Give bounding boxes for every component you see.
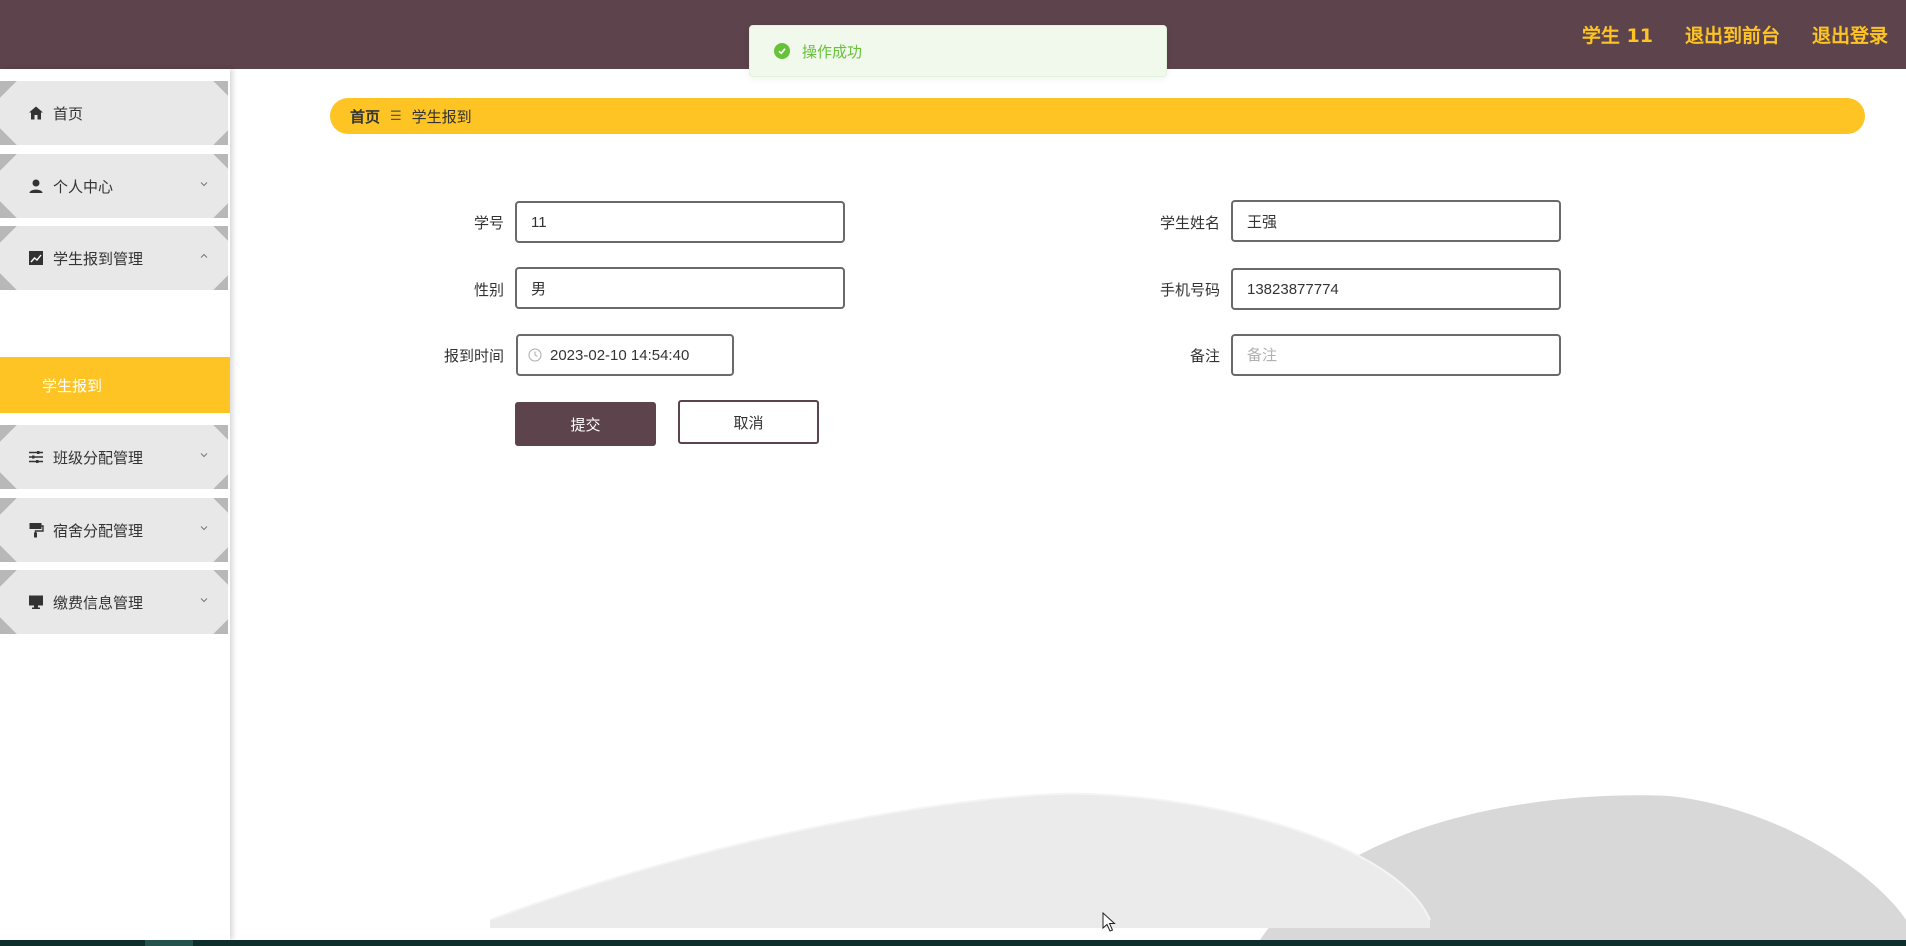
sidebar-item-report-management[interactable]: 学生报到管理 <box>0 226 228 290</box>
remark-input[interactable] <box>1231 334 1561 376</box>
toast-message: 操作成功 <box>802 42 863 61</box>
gender-label: 性别 <box>473 281 504 299</box>
phone-label: 手机号码 <box>1159 281 1220 299</box>
user-icon <box>29 179 43 193</box>
sidebar-item-label: 个人中心 <box>53 177 114 196</box>
sliders-icon <box>29 451 43 463</box>
remark-label: 备注 <box>1189 347 1220 365</box>
gender-input[interactable] <box>515 267 845 309</box>
report-time-input[interactable] <box>550 346 720 364</box>
submit-button[interactable]: 提交 <box>515 402 656 446</box>
decorative-hills <box>489 792 1906 940</box>
chevron-down-icon <box>200 453 208 458</box>
home-icon <box>29 106 43 120</box>
sidebar-item-label: 首页 <box>53 104 84 123</box>
chart-icon <box>29 251 43 265</box>
chevron-down-icon <box>200 598 208 603</box>
student-no-label: 学号 <box>473 214 504 232</box>
student-name-label: 学生姓名 <box>1159 214 1220 232</box>
sidebar-item-label: 宿舍分配管理 <box>53 521 144 540</box>
report-time-label: 报到时间 <box>443 347 504 365</box>
user-name: 学生 11 <box>1581 25 1653 47</box>
paint-roller-icon <box>29 523 44 538</box>
breadcrumb-separator-icon: ☰ <box>390 108 402 124</box>
sidebar-subitem-student-report[interactable]: 学生报到 <box>0 357 230 413</box>
sidebar: 首页 个人中心 学生报到管理 学生报到 班级分配管理 宿舍分配管理 缴费信息管理 <box>0 69 230 940</box>
mouse-cursor-icon <box>1102 912 1116 932</box>
header-nav: 学生 11 退出到前台 退出登录 <box>1582 0 1888 69</box>
chevron-up-icon <box>200 253 208 258</box>
breadcrumb: 首页 ☰ 学生报到 <box>330 98 1865 134</box>
student-no-input[interactable] <box>515 201 845 243</box>
sidebar-item-label: 班级分配管理 <box>53 448 144 467</box>
logout-link[interactable]: 退出登录 <box>1812 21 1888 48</box>
sidebar-item-payment-info[interactable]: 缴费信息管理 <box>0 570 228 634</box>
success-toast: 操作成功 <box>749 25 1167 77</box>
front-page-link[interactable]: 退出到前台 <box>1685 21 1780 48</box>
sidebar-item-label: 缴费信息管理 <box>53 593 144 612</box>
clock-icon <box>528 348 542 362</box>
sidebar-item-class-allocation[interactable]: 班级分配管理 <box>0 425 228 489</box>
chevron-down-icon <box>200 526 208 531</box>
taskbar-strip <box>0 940 1906 946</box>
taskbar-segment <box>145 940 193 946</box>
chevron-down-icon <box>200 182 208 187</box>
sidebar-item-label: 学生报到管理 <box>53 249 144 268</box>
check-circle-icon <box>774 43 790 59</box>
breadcrumb-home[interactable]: 首页 <box>350 106 380 127</box>
report-time-picker[interactable] <box>516 334 734 376</box>
phone-input[interactable] <box>1231 268 1561 310</box>
sidebar-item-home[interactable]: 首页 <box>0 81 228 145</box>
breadcrumb-current: 学生报到 <box>411 107 472 126</box>
cancel-button[interactable]: 取消 <box>678 400 819 444</box>
student-name-input[interactable] <box>1231 200 1561 242</box>
sidebar-item-personal-center[interactable]: 个人中心 <box>0 154 228 218</box>
sidebar-item-dorm-allocation[interactable]: 宿舍分配管理 <box>0 498 228 562</box>
monitor-icon <box>29 595 43 609</box>
